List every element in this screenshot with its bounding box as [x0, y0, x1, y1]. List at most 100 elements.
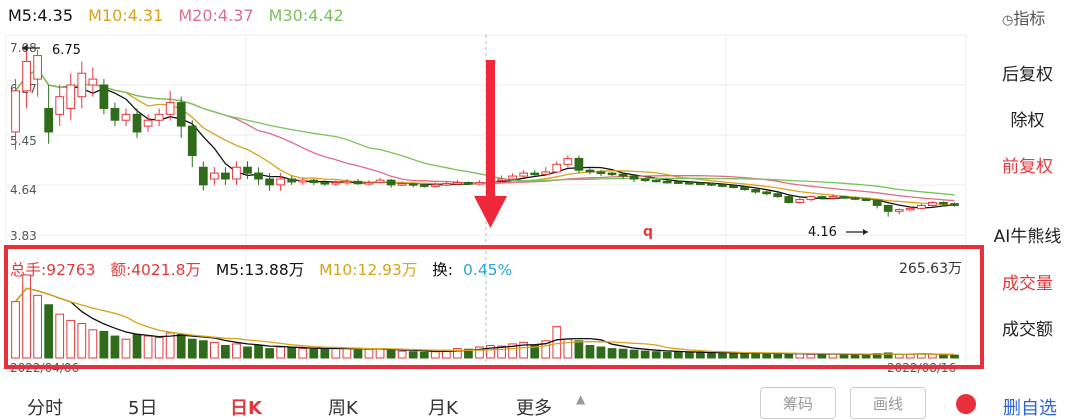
candle: [386, 179, 396, 186]
candle: [696, 182, 705, 186]
candle: [773, 193, 783, 198]
candle: [795, 199, 805, 204]
candle: [497, 178, 506, 181]
option-amount[interactable]: 成交额: [975, 315, 1080, 340]
remove-watch-button[interactable]: 删自选: [1003, 394, 1057, 420]
option-ex-rights[interactable]: 除权: [975, 106, 1080, 131]
candle: [640, 178, 650, 181]
candle: [530, 172, 540, 176]
candle: [187, 125, 197, 156]
candle: [861, 198, 871, 201]
candle: [629, 175, 639, 180]
candle: [66, 84, 76, 109]
option-volume[interactable]: 成交量: [975, 269, 1080, 294]
candle: [475, 182, 484, 185]
candle: [243, 166, 252, 174]
candle: [806, 196, 816, 201]
candle: [276, 178, 286, 186]
candle: [419, 184, 429, 187]
candle: [928, 202, 937, 206]
tab-5day[interactable]: 5日: [128, 394, 157, 420]
total-hands: 总手:92763: [10, 261, 96, 279]
tab-timeshare[interactable]: 分时: [27, 394, 63, 420]
candle: [662, 180, 672, 184]
price-tick-2: 5.45: [10, 134, 37, 148]
candle: [132, 113, 142, 133]
volume-info: 总手:92763 额:4021.8万 M5:13.88万 M10:12.93万 …: [10, 258, 532, 280]
candle: [464, 182, 473, 185]
price-tick-3: 4.64: [10, 183, 37, 197]
candle: [707, 183, 716, 186]
candle: [232, 166, 241, 180]
candle: [585, 169, 595, 173]
candle: [784, 196, 794, 204]
vol-m10: M10:12.93万: [319, 261, 418, 279]
candle: [110, 107, 120, 121]
candle: [519, 172, 529, 177]
candle: [309, 179, 319, 184]
ma30-line: [14, 68, 955, 196]
candle: [751, 189, 761, 193]
candle: [541, 171, 551, 175]
candle: [397, 183, 407, 186]
more-caret-icon: ▲: [576, 392, 586, 406]
candle: [872, 199, 882, 206]
turnover-value: 0.45%: [463, 261, 513, 279]
low-label: 4.16: [808, 225, 837, 240]
option-ai-line[interactable]: AI牛熊线: [975, 222, 1080, 247]
candle: [375, 179, 385, 184]
candle: [740, 186, 749, 191]
candle: [408, 183, 418, 186]
candle: [950, 203, 959, 206]
volume-max: 265.63万: [899, 261, 962, 277]
candle: [342, 180, 352, 184]
candle: [430, 184, 440, 187]
turnover-label: 换:: [432, 261, 454, 279]
candle: [254, 172, 263, 180]
candle: [221, 172, 230, 180]
tab-daily[interactable]: 日K: [230, 394, 262, 420]
candle: [839, 196, 849, 199]
candle: [453, 182, 462, 185]
tab-more[interactable]: 更多: [516, 394, 552, 420]
candle: [729, 185, 738, 189]
candle: [265, 178, 274, 186]
candle: [320, 182, 330, 185]
candle: [441, 183, 451, 186]
q-marker: q: [643, 224, 653, 240]
amount: 额:4021.8万: [110, 261, 201, 279]
candle: [88, 78, 98, 86]
price-tick-4: 3.83: [10, 229, 37, 243]
candle: [176, 102, 186, 127]
draw-line-button[interactable]: 画线: [850, 387, 926, 419]
candle: [165, 102, 175, 115]
candle: [508, 175, 517, 180]
candles: [11, 45, 959, 217]
option-pre-adjust[interactable]: 前复权: [975, 152, 1080, 177]
candle: [850, 197, 860, 200]
candle: [684, 182, 694, 185]
candle: [563, 157, 573, 165]
indicator-button[interactable]: ◷指标: [1002, 5, 1045, 29]
candle: [11, 90, 20, 133]
candle: [121, 113, 131, 121]
candle: [287, 178, 297, 183]
tab-weekly[interactable]: 周K: [328, 394, 358, 420]
indicator-icon: ◷: [1002, 13, 1014, 28]
candle: [209, 172, 219, 180]
candle: [99, 84, 109, 109]
candle: [331, 182, 341, 185]
vol-m5: M5:13.88万: [215, 261, 305, 279]
candle: [718, 184, 727, 187]
candle: [828, 196, 838, 199]
candle: [596, 171, 606, 174]
option-post-adjust[interactable]: 后复权: [975, 60, 1080, 85]
candle: [916, 204, 926, 209]
candle: [883, 204, 893, 212]
candle: [651, 179, 661, 183]
candle: [33, 55, 42, 80]
candle: [22, 60, 31, 92]
tab-monthly[interactable]: 月K: [428, 394, 458, 420]
remove-watch-icon: [956, 394, 976, 414]
chips-button[interactable]: 筹码: [760, 387, 836, 419]
